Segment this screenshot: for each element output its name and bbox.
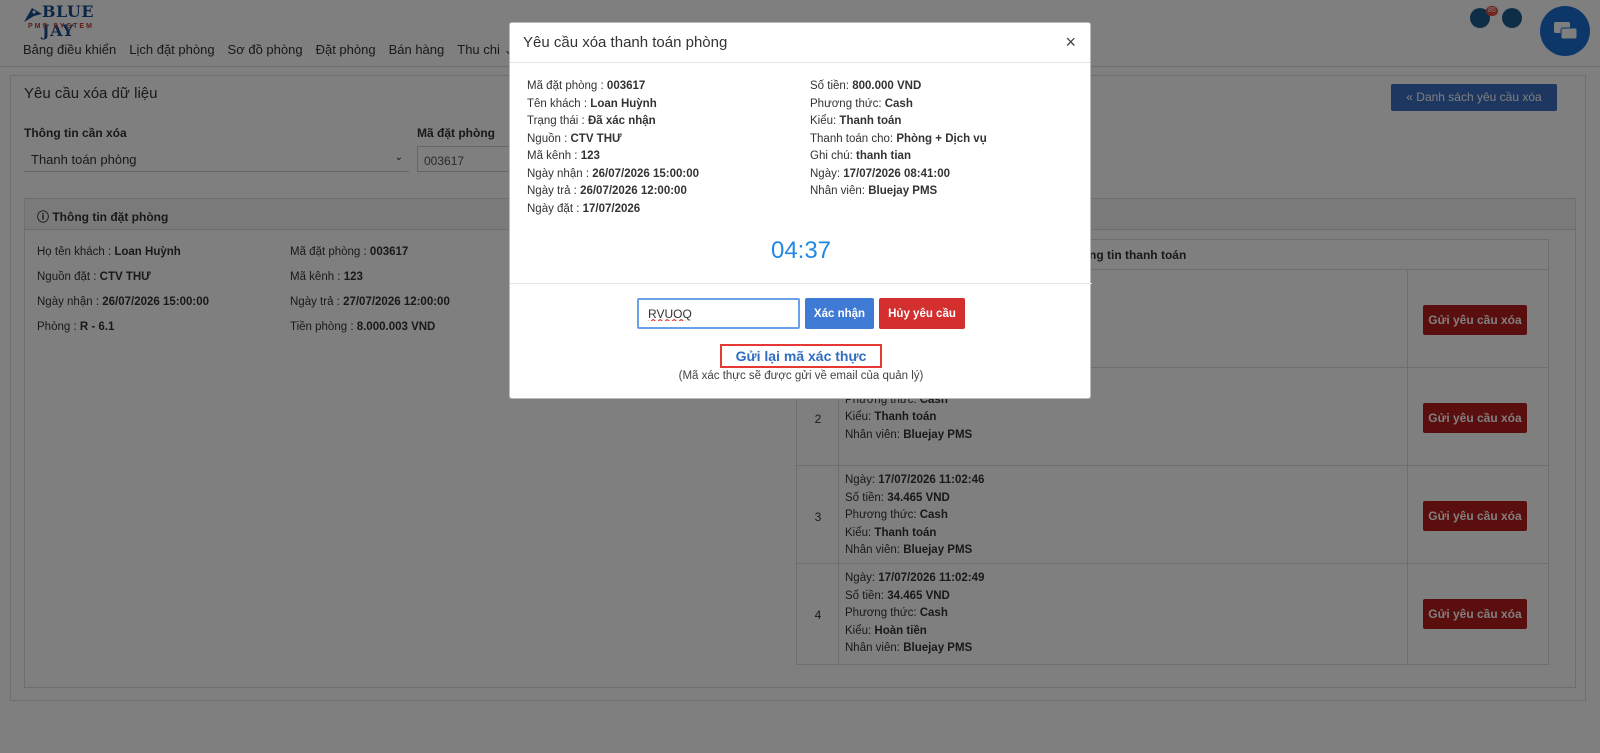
modal-detail-value: thanh tian (856, 150, 911, 162)
modal-detail-value: 800.000 VND (852, 80, 922, 92)
verification-code-input[interactable] (637, 298, 800, 329)
modal-detail-line: Ngày trả : 26/07/2026 12:00:00 (527, 183, 699, 201)
modal-detail-label: Ghi chú: (810, 150, 857, 162)
modal-detail-line: Thanh toán cho: Phòng + Dịch vụ (810, 131, 987, 149)
confirm-button[interactable]: Xác nhận (805, 298, 874, 329)
modal-detail-label: Tên khách : (527, 97, 591, 110)
modal-detail-value: 123 (580, 150, 600, 162)
modal-detail-line: Nhân viên: Bluejay PMS (810, 183, 987, 201)
modal-detail-value: Thanh toán (839, 115, 902, 127)
modal-detail-value: 17/07/2026 (582, 202, 641, 215)
modal-detail-label: Mã đặt phòng : (527, 80, 607, 92)
modal-detail-line: Phương thức: Cash (810, 96, 987, 114)
modal-detail-value: Loan Huỳnh (590, 97, 657, 110)
countdown-timer: 04:37 (770, 237, 832, 264)
modal-detail-value: Cash (884, 97, 913, 110)
modal-detail-value: Đã xác nhận (587, 115, 656, 127)
modal-detail-line: Ngày: 17/07/2026 08:41:00 (810, 166, 987, 184)
modal-detail-label: Mã kênh : (527, 150, 581, 162)
modal-payment-details: Số tiền: 800.000 VND Phương thức: Cash Kiể… (810, 78, 987, 201)
modal-header: Yêu cầu xóa thanh toán phòng × (510, 23, 1090, 63)
modal-detail-value: 17/07/2026 08:41:00 (843, 167, 951, 180)
close-icon[interactable]: × (1065, 32, 1076, 53)
modal-detail-line: Tên khách : Loan Huỳnh (527, 96, 699, 114)
modal-detail-label: Thanh toán cho: (810, 132, 897, 145)
modal-detail-value: Phòng + Dịch vụ (896, 132, 987, 145)
modal-detail-value: 26/07/2026 15:00:00 (592, 167, 700, 180)
delete-payment-modal: Yêu cầu xóa thanh toán phòng × Mã đặt ph… (509, 22, 1092, 399)
modal-detail-label: Kiểu: (810, 115, 840, 127)
modal-detail-label: Ngày: (810, 167, 844, 180)
modal-detail-label: Phương thức: (810, 97, 885, 110)
modal-detail-label: Ngày nhận : (527, 167, 593, 180)
modal-detail-label: Ngày đặt : (527, 202, 583, 215)
modal-detail-line: Nguồn : CTV THƯ (527, 131, 699, 149)
modal-detail-line: Ngày đặt : 17/07/2026 (527, 201, 699, 219)
modal-detail-value: CTV THƯ (570, 132, 622, 145)
modal-booking-details: Mã đặt phòng : 003617 Tên khách : Loan Hu… (527, 78, 699, 218)
modal-title: Yêu cầu xóa thanh toán phòng (523, 34, 728, 51)
modal-detail-line: Mã kênh : 123 (527, 148, 699, 166)
modal-detail-label: Nhân viên: (810, 185, 869, 197)
modal-detail-value: 26/07/2026 12:00:00 (580, 185, 687, 197)
resend-code-link[interactable]: Gửi lại mã xác thực (720, 344, 882, 368)
modal-detail-value: 003617 (606, 80, 646, 92)
modal-detail-line: Trạng thái : Đã xác nhận (527, 113, 699, 131)
modal-detail-label: Trạng thái : (527, 115, 588, 127)
modal-detail-label: Ngày trả : (527, 185, 581, 197)
resend-note: (Mã xác thực sẽ được gửi về email của qu… (678, 370, 924, 382)
modal-detail-label: Số tiền: (810, 80, 853, 92)
modal-detail-label: Nguồn : (527, 132, 571, 145)
modal-detail-line: Ngày nhận : 26/07/2026 15:00:00 (527, 166, 699, 184)
cancel-request-button[interactable]: Hủy yêu cầu (879, 298, 965, 329)
modal-detail-line: Số tiền: 800.000 VND (810, 78, 987, 96)
modal-detail-line: Kiểu: Thanh toán (810, 113, 987, 131)
modal-divider (510, 283, 1092, 284)
modal-detail-line: Ghi chú: thanh tian (810, 148, 987, 166)
modal-detail-value: Bluejay PMS (868, 185, 938, 197)
modal-detail-line: Mã đặt phòng : 003617 (527, 78, 699, 96)
